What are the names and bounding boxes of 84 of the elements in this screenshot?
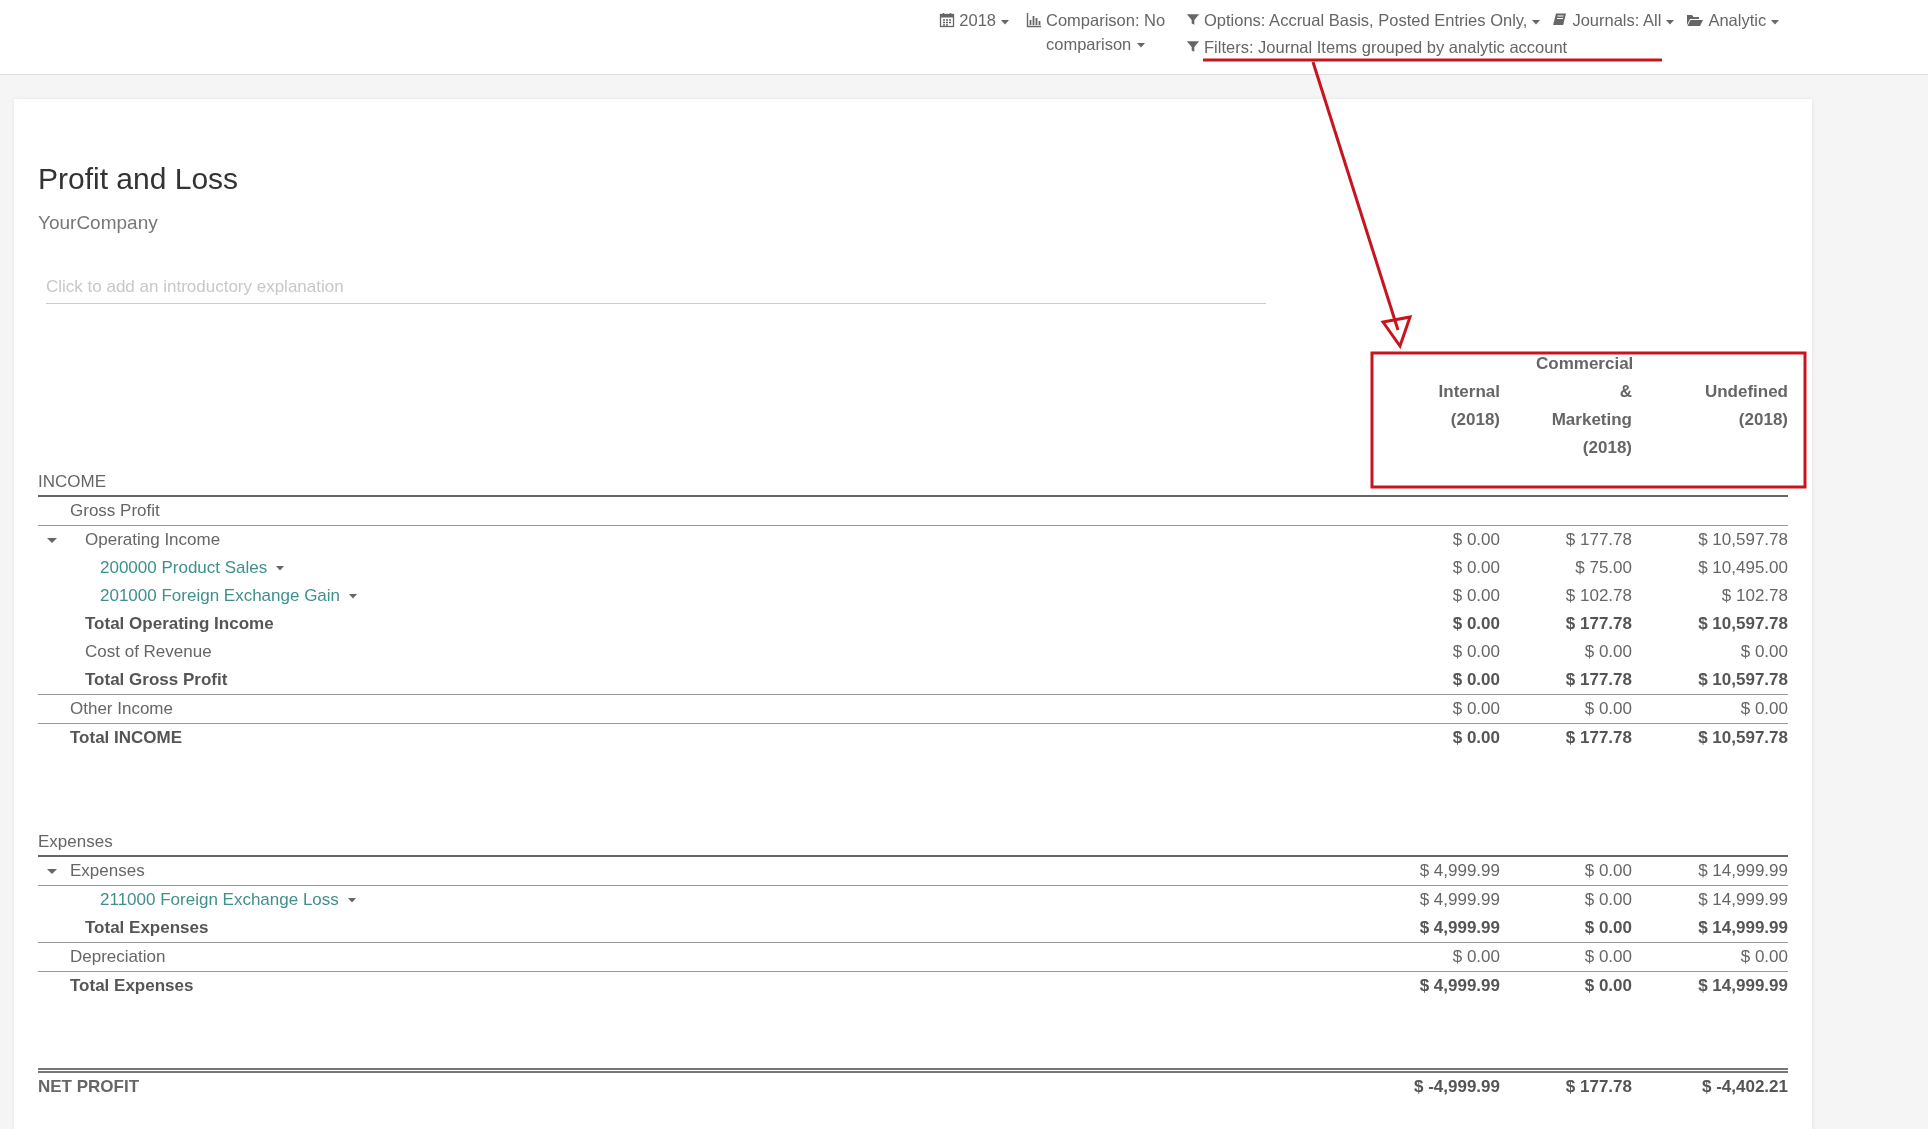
amount-cell: $ 0.00 [1584,699,1632,719]
caret-icon [1531,17,1542,27]
amount-cell: $ 177.78 [1565,1077,1632,1097]
amount-cell: $ 0.00 [1452,947,1500,967]
amount-cell: $ 14,999.99 [1698,861,1788,881]
amount-cell: $ 0.00 [1452,728,1500,748]
account-link[interactable]: 201000 Foreign Exchange Gain [100,586,359,606]
company-name: YourCompany [38,211,159,235]
amount-cell: $ 75.00 [1575,558,1632,578]
amount-cell: $ 14,999.99 [1698,918,1788,938]
amount-cell: $ 4,999.99 [1419,861,1500,881]
amount-cell: $ 0.00 [1452,558,1500,578]
amount-cell: $ 10,597.78 [1698,670,1788,690]
column-header: Commercial & Marketing (2018) [1536,353,1632,459]
amount-cell: $ 177.78 [1565,614,1632,634]
bar-chart-icon [1026,12,1042,28]
amount-cell: $ 102.78 [1565,586,1632,606]
caret-icon [348,591,359,601]
amount-cell: $ 10,495.00 [1698,558,1788,578]
account-link[interactable]: 211000 Foreign Exchange Loss [100,890,357,910]
column-header: Undefined (2018) [1703,381,1788,431]
amount-cell: $ 0.00 [1740,642,1788,662]
caret-icon [275,563,286,573]
amount-cell: $ 0.00 [1584,947,1632,967]
filter-icon [1186,12,1200,27]
caret-icon [1665,17,1676,27]
account-link[interactable]: 200000 Product Sales [100,558,286,578]
amount-cell: $ 0.00 [1584,642,1632,662]
calendar-icon [939,12,956,28]
total-label: Total INCOME [70,728,183,748]
amount-cell: $ -4,402.21 [1702,1077,1788,1097]
amount-cell: $ -4,999.99 [1414,1077,1500,1097]
filter-menu-button[interactable]: Analytic [1686,8,1781,32]
amount-cell: $ 177.78 [1565,670,1632,690]
amount-cell: $ 0.00 [1584,976,1632,996]
filter-menu-button[interactable]: Filters: Journal Items grouped by analytic account [1186,35,1568,59]
report-title: Profit and Loss [38,161,240,197]
net-profit-label: NET PROFIT [38,1077,141,1097]
total-label: Total Expenses [85,918,209,938]
filter-icon [1186,39,1200,54]
amount-cell: $ 0.00 [1452,530,1500,550]
amount-cell: $ 0.00 [1452,670,1500,690]
row-label: Depreciation [70,947,166,967]
row-label: Expenses [70,861,145,880]
column-header: Internal (2018) [1437,381,1500,431]
caret-icon [1135,40,1146,50]
total-label: Total Operating Income [85,614,274,634]
amount-cell: $ 0.00 [1584,918,1632,938]
amount-cell: $ 0.00 [1740,947,1788,967]
amount-cell: $ 177.78 [1565,530,1632,550]
amount-cell: $ 177.78 [1565,728,1632,748]
amount-cell: $ 14,999.99 [1698,890,1788,910]
amount-cell: $ 14,999.99 [1698,976,1788,996]
filter-menu-button[interactable]: Options: Accrual Basis, Posted Entries Only, [1186,8,1542,32]
amount-cell: $ 10,597.78 [1698,530,1788,550]
amount-cell: $ 10,597.78 [1698,728,1788,748]
amount-cell: $ 0.00 [1452,642,1500,662]
amount-cell: $ 0.00 [1740,699,1788,719]
folder-icon [1686,12,1705,28]
row-label: Operating Income [85,530,221,549]
section-heading: Expenses [38,831,114,852]
filter-menu-button[interactable]: 2018 [939,8,1010,32]
section-heading: INCOME [38,471,107,492]
total-label: Total Expenses [70,976,194,996]
filter-menu-button[interactable]: Journals: All [1552,8,1676,32]
total-label: Total Gross Profit [85,670,228,690]
filter-menu-button[interactable]: Comparison: No comparison [1022,8,1174,56]
row-label: Gross Profit [70,501,160,521]
row-label: Cost of Revenue [85,642,212,662]
amount-cell: $ 0.00 [1584,861,1632,881]
row-label: Other Income [70,699,173,719]
amount-cell: $ 0.00 [1452,614,1500,634]
amount-cell: $ 0.00 [1452,586,1500,606]
amount-cell: $ 4,999.99 [1419,890,1500,910]
caret-icon [1770,17,1781,27]
caret-icon [346,895,357,905]
amount-cell: $ 4,999.99 [1419,918,1500,938]
caret-icon [1000,17,1010,27]
amount-cell: $ 102.78 [1721,586,1788,606]
amount-cell: $ 10,597.78 [1698,614,1788,634]
amount-cell: $ 0.00 [1584,890,1632,910]
amount-cell: $ 0.00 [1452,699,1500,719]
amount-cell: $ 4,999.99 [1419,976,1500,996]
book-icon [1552,12,1569,28]
